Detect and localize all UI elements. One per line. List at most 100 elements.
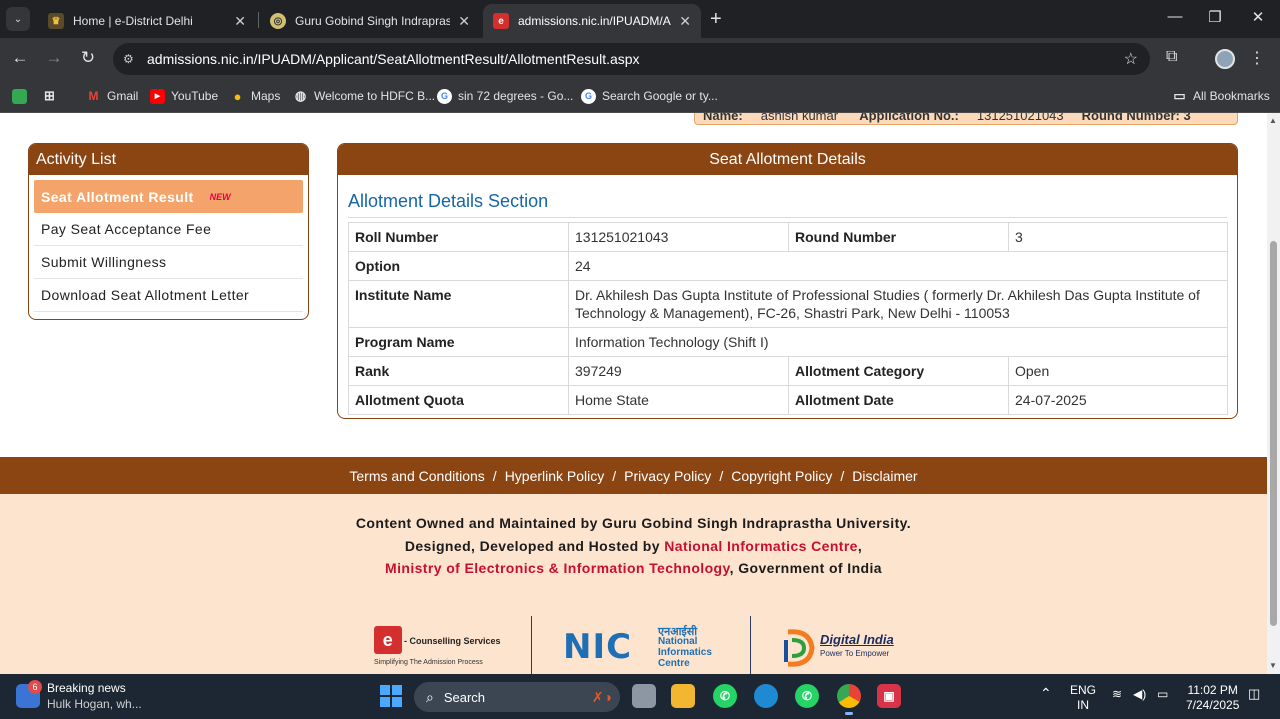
bookmark-search[interactable]: G Search Google or ty... xyxy=(581,87,718,105)
address-bar[interactable]: ⚙ admissions.nic.in/IPUADM/Applicant/Sea… xyxy=(113,43,1150,75)
menu-icon[interactable]: ⋮ xyxy=(1249,48,1265,68)
news-title: Breaking news xyxy=(47,681,126,695)
folder-icon: ▭ xyxy=(1173,88,1186,103)
show-hidden-icons[interactable]: ⌃ xyxy=(1040,686,1052,701)
apps-icon[interactable] xyxy=(12,87,33,105)
bookmark-gmail[interactable]: M Gmail xyxy=(86,87,139,105)
search-highlight-icon: ✗◑ xyxy=(591,688,612,705)
seat-allotment-result-link[interactable]: Seat Allotment Result NEW xyxy=(34,180,303,213)
chrome-icon[interactable] xyxy=(837,684,861,715)
whatsapp-business-icon[interactable]: ✆ xyxy=(795,684,819,708)
language-indicator[interactable]: ENG IN xyxy=(1070,683,1096,713)
tab-admissions[interactable]: e admissions.nic.in/IPUADM/Appl ✕ xyxy=(483,4,701,38)
scroll-up-arrow-icon[interactable]: ▲ xyxy=(1269,116,1277,125)
google-icon: G xyxy=(581,88,596,104)
wifi-icon[interactable]: ≋ xyxy=(1112,687,1122,702)
bookmark-sin[interactable]: G sin 72 degrees - Go... xyxy=(437,87,573,105)
allotment-quota-label: Allotment Quota xyxy=(348,385,569,415)
minimize-icon[interactable]: — xyxy=(1160,8,1190,25)
section-title: Allotment Details Section xyxy=(348,191,549,211)
activity-item-label: Pay Seat Acceptance Fee xyxy=(41,221,212,237)
disclaimer-link[interactable]: Disclaimer xyxy=(852,468,917,484)
link-separator: / xyxy=(719,467,724,484)
table-row: Institute Name Dr. Akhilesh Das Gupta In… xyxy=(348,280,1228,328)
profile-avatar[interactable] xyxy=(1215,49,1235,69)
activity-item-label: Download Seat Allotment Letter xyxy=(41,287,250,303)
terms-link[interactable]: Terms and Conditions xyxy=(349,468,484,484)
meity-link[interactable]: Ministry of Electronics & Information Te… xyxy=(385,560,730,576)
nic-logo-line: National xyxy=(658,636,698,647)
file-explorer-icon[interactable] xyxy=(671,684,695,708)
windows-taskbar: 6 Breaking news Hulk Hogan, wh... ⌕ Sear… xyxy=(0,674,1280,719)
edge-icon[interactable] xyxy=(754,684,778,708)
bookmark-label: Gmail xyxy=(107,89,139,103)
all-bookmarks[interactable]: ▭ All Bookmarks xyxy=(1172,87,1269,105)
tab-ggsipu[interactable]: ◎ Guru Gobind Singh Indraprastha ✕ xyxy=(260,4,480,38)
roll-number-value: 131251021043 xyxy=(568,222,789,252)
tab-search-button[interactable]: ⌄ xyxy=(6,7,30,31)
browser-toolbar: ← → ↻ ⚙ admissions.nic.in/IPUADM/Applica… xyxy=(0,38,1280,80)
submit-willingness-link[interactable]: Submit Willingness xyxy=(34,246,303,279)
bookmark-label: YouTube xyxy=(171,89,219,103)
rank-value: 397249 xyxy=(568,356,789,386)
youtube-icon: ▶ xyxy=(150,88,165,104)
bookmark-hdfc[interactable]: ◍ Welcome to HDFC B... xyxy=(293,87,435,105)
site-settings-icon[interactable]: ⚙ xyxy=(123,52,141,66)
round-number-label: Round Number: 3 xyxy=(1081,113,1191,123)
forward-icon[interactable]: → xyxy=(43,48,65,68)
news-subtitle: Hulk Hogan, wh... xyxy=(47,697,142,711)
footer-links-bar: Terms and Conditions / Hyperlink Policy … xyxy=(0,457,1267,494)
extensions-icon[interactable]: ⧉ xyxy=(1166,48,1177,66)
news-widget[interactable]: 6 Breaking news Hulk Hogan, wh... xyxy=(16,680,142,712)
app-icon[interactable]: ▣ xyxy=(877,684,901,708)
tab-divider xyxy=(258,12,259,28)
tab-groups-icon[interactable]: ⊞ xyxy=(42,87,63,105)
nic-link[interactable]: National Informatics Centre xyxy=(664,538,858,554)
name-value: ashish kumar xyxy=(760,113,839,123)
link-separator: / xyxy=(840,467,845,484)
bookmark-label: Search Google or ty... xyxy=(602,89,718,103)
seat-allotment-title: Seat Allotment Details xyxy=(338,144,1237,175)
close-tab-icon[interactable]: ✕ xyxy=(679,13,691,30)
bookmark-youtube[interactable]: ▶ YouTube xyxy=(150,87,218,105)
round-number-value: 3 xyxy=(1008,222,1228,252)
tab-edistrict[interactable]: ♛ Home | e-District Delhi ✕ xyxy=(38,4,256,38)
reload-icon[interactable]: ↻ xyxy=(77,48,99,68)
start-button[interactable] xyxy=(380,685,402,707)
url-text: admissions.nic.in/IPUADM/Applicant/SeatA… xyxy=(147,51,640,67)
volume-icon[interactable]: ◀) xyxy=(1133,687,1146,702)
battery-icon[interactable]: ▭ xyxy=(1157,687,1168,702)
bookmark-star-icon[interactable]: ☆ xyxy=(1124,49,1138,69)
page-scrollbar[interactable]: ▲ ▼ xyxy=(1267,113,1280,674)
notifications-icon[interactable]: ◫ xyxy=(1248,686,1260,701)
bookmark-maps[interactable]: ● Maps xyxy=(230,87,281,105)
scrollbar-thumb[interactable] xyxy=(1270,241,1277,626)
whatsapp-icon[interactable]: ✆ xyxy=(713,684,737,708)
privacy-policy-link[interactable]: Privacy Policy xyxy=(624,468,711,484)
clock[interactable]: 11:02 PM 7/24/2025 xyxy=(1186,683,1239,713)
close-tab-icon[interactable]: ✕ xyxy=(234,13,246,30)
digital-india-icon xyxy=(784,629,815,667)
counselling-logo-tagline: Simplifying The Admission Process xyxy=(374,659,483,666)
table-row: Option 24 xyxy=(348,251,1228,281)
restore-icon[interactable]: ❐ xyxy=(1200,8,1230,26)
download-seat-allotment-letter-link[interactable]: Download Seat Allotment Letter xyxy=(34,279,303,312)
task-view-icon[interactable] xyxy=(632,684,656,708)
new-badge: NEW xyxy=(209,191,231,202)
language-code: ENG xyxy=(1070,683,1097,697)
allotment-category-label: Allotment Category xyxy=(788,356,1009,386)
back-icon[interactable]: ← xyxy=(9,48,31,68)
scroll-down-arrow-icon[interactable]: ▼ xyxy=(1269,661,1277,670)
new-tab-button[interactable]: + xyxy=(710,8,722,31)
taskbar-search-box[interactable]: ⌕ Search ✗◑ xyxy=(414,682,620,712)
counselling-logo-icon: e xyxy=(374,626,402,654)
hyperlink-policy-link[interactable]: Hyperlink Policy xyxy=(505,468,605,484)
close-window-icon[interactable]: ✕ xyxy=(1243,8,1273,26)
ministry-suffix: , Government of India xyxy=(729,560,882,576)
program-name-value: Information Technology (Shift I) xyxy=(568,327,1228,357)
link-separator: / xyxy=(612,467,617,484)
table-row: Rank 397249 Allotment Category Open xyxy=(348,356,1228,386)
copyright-policy-link[interactable]: Copyright Policy xyxy=(731,468,832,484)
pay-seat-acceptance-fee-link[interactable]: Pay Seat Acceptance Fee xyxy=(34,213,303,246)
close-tab-icon[interactable]: ✕ xyxy=(458,13,470,30)
